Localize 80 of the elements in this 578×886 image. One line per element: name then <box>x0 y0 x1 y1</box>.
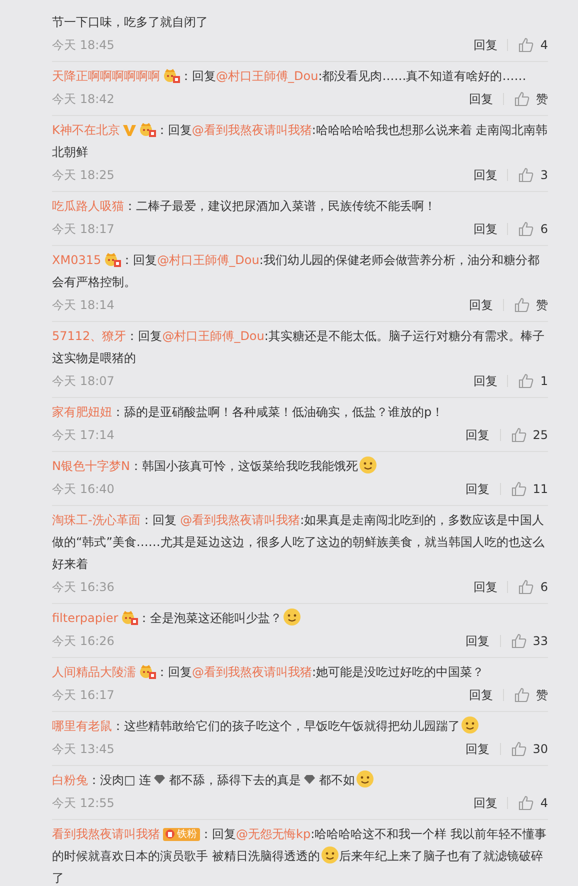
comment-time: 今天 18:45 <box>52 36 116 54</box>
comment-time: 今天 16:17 <box>52 686 116 704</box>
like-button[interactable]: 33 <box>510 633 548 649</box>
thumbs-up-icon <box>518 167 534 183</box>
thumbs-up-icon <box>514 297 530 313</box>
comment-time: 今天 16:40 <box>52 480 116 498</box>
comment-time: 今天 17:14 <box>52 426 116 444</box>
like-button[interactable]: 6 <box>518 579 548 595</box>
comment-time: 今天 16:26 <box>52 632 116 650</box>
reply-link[interactable]: 回复 <box>469 686 493 704</box>
like-button[interactable]: 30 <box>510 741 548 757</box>
like-button[interactable]: 3 <box>518 167 548 183</box>
reply-link[interactable]: 回复 <box>469 296 493 314</box>
like-button[interactable]: 赞 <box>514 296 548 314</box>
reply-link[interactable]: 回复 <box>473 372 498 390</box>
comment-time: 今天 12:55 <box>52 794 116 812</box>
reply-link[interactable]: 回复 <box>466 480 490 498</box>
thumbs-up-icon <box>518 221 534 237</box>
like-button[interactable]: 赞 <box>514 686 548 704</box>
vip-crown-icon <box>121 610 138 625</box>
like-button[interactable]: 赞 <box>514 90 548 108</box>
like-button[interactable]: 1 <box>518 373 548 389</box>
thumbs-up-icon <box>510 741 527 757</box>
like-button[interactable]: 25 <box>510 427 548 443</box>
comment-text: 淘珠工-洗心革面：回复 @看到我熬夜请叫我猪:如果真是走南闯北吃到的，多数应该是中国人做的“韩式”美食……尤其是延边这边，很多人吃了这边的朝鲜族美食，就当韩国人吃的也这么好来着 <box>52 512 546 573</box>
comment-time: 今天 18:42 <box>52 90 116 108</box>
emoji-icon <box>358 456 377 474</box>
vip-crown-icon <box>104 252 122 267</box>
fan-badge: 铁粉 <box>163 828 200 841</box>
comment-text: K神不在北京 ：回复@看到我熬夜请叫我猪:哈哈哈哈哈我也想那么说来着 走南闯北南韩北朝鲜 <box>52 121 548 161</box>
reply-link[interactable]: 回复 <box>473 578 498 596</box>
thumbs-up-icon <box>510 427 527 443</box>
comment-text: 看到我熬夜请叫我猪 铁粉 ：回复@无怨无悔kp:哈哈哈哈这不和我一个样 我以前年轻不懂事的时候就喜欢日本的演员歌手 被精日洗脑得透透的 后来年纪上来了脑子也有了就滤镜破碎了 <box>52 826 548 886</box>
thumbs-up-icon <box>518 37 534 53</box>
emoji-icon <box>461 716 479 734</box>
reply-link[interactable]: 回复 <box>466 426 490 444</box>
verified-v-icon <box>122 124 136 137</box>
comment-time: 今天 13:45 <box>52 740 116 758</box>
like-button[interactable]: 6 <box>518 221 548 237</box>
reply-link[interactable]: 回复 <box>469 90 493 108</box>
comment-text: XM0315 ：回复@村口王師傅_Dou:我们幼儿园的保健老师会做营养分析，油分和糖分都会有严格控制。 <box>52 251 540 291</box>
gem-icon <box>154 775 166 784</box>
comment-text: 人间精品大陵濡 ：回复@看到我熬夜请叫我猪:她可能是没吃过好吃的中国菜？ <box>52 663 486 681</box>
vip-crown-icon <box>139 664 156 679</box>
reply-link[interactable]: 回复 <box>473 794 498 812</box>
reply-link[interactable]: 回复 <box>473 166 498 184</box>
comment-text: N银色十字梦N：韩国小孩真可怜，这饭菜给我吃我能饿死 <box>52 455 548 477</box>
gem-icon <box>304 775 315 784</box>
comment-text: 天降正啊啊啊啊啊啊 ：回复@村口王師傅_Dou:都没看见肉……真不知道有啥好的…… <box>52 67 528 85</box>
comment-time: 今天 18:25 <box>52 166 116 184</box>
comment-text: 白粉兔：没肉□ 连 都不舔，舔得下去的真是 都不如 <box>52 769 548 791</box>
like-button[interactable]: 11 <box>510 481 548 497</box>
thumbs-up-icon <box>518 373 534 389</box>
reply-link[interactable]: 回复 <box>473 220 498 238</box>
comment-text: 57112、獠牙：回复@村口王師傅_Dou:其实糖还是不能太低。脑子运行对糖分有需求。棒子这实物是喂猪的 <box>52 328 546 367</box>
vip-crown-icon <box>163 68 180 83</box>
emoji-icon <box>320 846 339 864</box>
vip-crown-icon <box>138 122 156 137</box>
comment-time: 今天 18:07 <box>52 372 116 390</box>
like-button[interactable]: 4 <box>518 795 548 811</box>
thumbs-up-icon <box>518 795 534 811</box>
reply-link[interactable]: 回复 <box>473 36 498 54</box>
reply-link[interactable]: 回复 <box>466 740 490 758</box>
comment-text: 节一下口味，吃多了就自闭了 <box>52 14 209 31</box>
comment-text: filterpapier ：全是泡菜这还能叫少盐？ <box>52 607 548 629</box>
comment-time: 今天 16:36 <box>52 578 116 596</box>
like-button[interactable]: 4 <box>518 37 548 53</box>
comment-text: 哪里有老鼠：这些精韩敢给它们的孩子吃这个，早饭吃午饭就得把幼儿园踹了 <box>52 715 548 737</box>
thumbs-up-icon <box>514 91 530 107</box>
comment-text: 吃瓜路人吸猫：二棒子最爱，建议把尿酒加入菜谱，民族传统不能丢啊！ <box>52 198 437 215</box>
comment-time: 今天 18:17 <box>52 220 116 238</box>
thumbs-up-icon <box>510 633 527 649</box>
emoji-icon <box>356 770 374 788</box>
thumbs-up-icon <box>510 481 527 497</box>
thumbs-up-icon <box>514 687 530 703</box>
emoji-icon <box>283 608 302 626</box>
thumbs-up-icon <box>518 579 534 595</box>
comment-text: 家有肥妞妞：舔的是亚硝酸盐啊！各种咸菜！低油确实，低盐？谁放的p！ <box>52 404 445 421</box>
comment-time: 今天 18:14 <box>52 296 116 314</box>
reply-link[interactable]: 回复 <box>466 632 490 650</box>
